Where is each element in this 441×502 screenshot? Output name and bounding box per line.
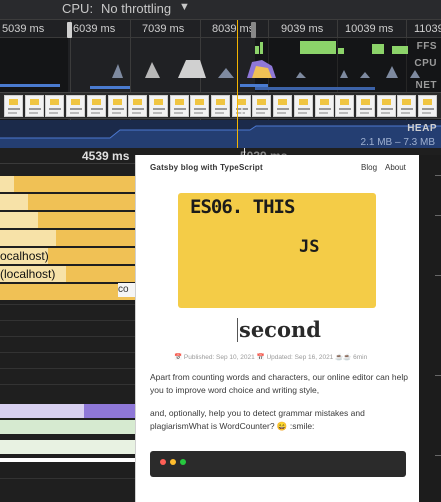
time-tick: 9039 ms	[281, 23, 324, 35]
flame-bar-label: ocalhost)	[0, 249, 49, 263]
flame-bar-label: (localhost)	[0, 267, 56, 281]
maximize-dot-icon	[180, 459, 186, 465]
screenshot-thumbnail[interactable]	[66, 95, 86, 117]
screenshot-thumbnail[interactable]	[355, 95, 375, 117]
screenshot-thumbnail[interactable]	[211, 95, 230, 117]
cpu-label: CPU:	[62, 1, 94, 16]
time-tick: 11039 ms	[414, 23, 441, 35]
screenshot-thumbnail[interactable]	[86, 95, 106, 117]
details-time-left: 4539 ms	[82, 149, 130, 163]
time-tick: 8039 ms	[212, 23, 255, 35]
row-divider	[0, 368, 135, 369]
screenshot-thumbnail[interactable]	[169, 95, 189, 117]
nav-link-about: About	[385, 163, 406, 172]
flame-bar[interactable]	[0, 176, 14, 192]
screenshot-thumbnail[interactable]	[4, 95, 23, 117]
network-lane	[0, 82, 441, 90]
code-block	[150, 451, 406, 477]
post-paragraph: and, optionally, help you to detect gram…	[150, 408, 365, 431]
flame-bar[interactable]	[0, 212, 38, 228]
row-divider	[0, 352, 135, 353]
row-divider	[0, 304, 135, 305]
time-tick: 6039 ms	[73, 23, 116, 35]
network-request	[0, 84, 60, 87]
screenshot-thumbnail[interactable]	[376, 95, 396, 117]
track-tick	[435, 175, 441, 176]
flame-bar[interactable]	[0, 458, 135, 462]
flame-bar-label: co	[118, 283, 136, 297]
track-tick	[435, 375, 441, 376]
network-request	[90, 86, 130, 89]
heap-range: 2.1 MB – 7.3 MB	[360, 137, 435, 148]
screenshot-thumbnail[interactable]	[252, 95, 272, 117]
text-caret	[237, 318, 238, 342]
track-tick	[435, 275, 441, 276]
row-divider	[0, 320, 135, 321]
flame-bar[interactable]	[0, 440, 135, 454]
dropdown-caret-icon[interactable]: ▼	[179, 1, 190, 13]
post-meta: 📅 Published: Sep 10, 2021 📅 Updated: Sep…	[174, 354, 368, 361]
time-tick: 7039 ms	[142, 23, 185, 35]
screenshot-thumbnail[interactable]	[293, 95, 313, 117]
flame-bar[interactable]	[84, 404, 135, 418]
right-track-strip	[419, 155, 441, 502]
time-tick: 10039 ms	[345, 23, 394, 35]
track-tick	[435, 455, 441, 456]
cpu-throttling-bar: CPU: No throttling ▼	[0, 0, 441, 20]
screenshot-thumbnail[interactable]	[107, 95, 127, 117]
network-request	[255, 87, 375, 90]
hero-text-line1: ES06. THIS	[190, 196, 295, 218]
screenshots-filmstrip[interactable]	[0, 92, 441, 119]
flame-bar[interactable]	[0, 194, 28, 210]
flame-bar[interactable]	[0, 420, 135, 434]
screenshot-thumbnail[interactable]	[418, 95, 437, 117]
flame-bar[interactable]	[0, 176, 135, 192]
screenshot-thumbnail[interactable]	[148, 95, 168, 117]
screenshot-thumbnail[interactable]	[335, 95, 355, 117]
playhead-marker	[237, 20, 238, 148]
screenshot-thumbnail[interactable]	[314, 95, 334, 117]
post-paragraph: Apart from counting words and characters…	[150, 372, 408, 395]
selection-handle-left[interactable]	[67, 22, 72, 38]
post-title: second	[239, 317, 321, 342]
site-title: Gatsby blog with TypeScript	[150, 163, 263, 172]
selection-handle-right[interactable]	[251, 22, 256, 38]
row-divider	[0, 384, 135, 385]
screenshot-thumbnail[interactable]	[190, 95, 210, 117]
flame-bar[interactable]	[0, 284, 135, 300]
fps-chart	[255, 41, 408, 54]
time-tick: 5039 ms	[2, 23, 45, 35]
flame-bar[interactable]	[0, 230, 56, 246]
cpu-throttling-select[interactable]: No throttling	[101, 1, 171, 16]
timeline-overview[interactable]: 5039 ms 6039 ms 7039 ms 8039 ms 9039 ms …	[0, 20, 441, 148]
hero-text-line2: JS	[299, 237, 320, 257]
screenshot-thumbnail[interactable]	[397, 95, 417, 117]
nav-link-blog: Blog	[361, 163, 378, 172]
screenshot-thumbnail[interactable]	[128, 95, 148, 117]
devtools-performance-panel: CPU: No throttling ▼ 5039 ms 6039 ms 703…	[0, 0, 441, 502]
row-divider	[0, 478, 135, 479]
screenshot-preview: Gatsby blog with TypeScript Blog About E…	[135, 155, 419, 502]
row-divider	[0, 336, 135, 337]
screenshot-thumbnail[interactable]	[45, 95, 65, 117]
minimize-dot-icon	[170, 459, 176, 465]
heap-lane-label: HEAP	[407, 123, 437, 134]
close-dot-icon	[160, 459, 166, 465]
screenshot-thumbnail[interactable]	[24, 95, 44, 117]
track-tick	[435, 215, 441, 216]
screenshot-thumbnail[interactable]	[273, 95, 293, 117]
text-cursor-icon: I	[240, 102, 244, 118]
cpu-chart	[112, 60, 420, 78]
